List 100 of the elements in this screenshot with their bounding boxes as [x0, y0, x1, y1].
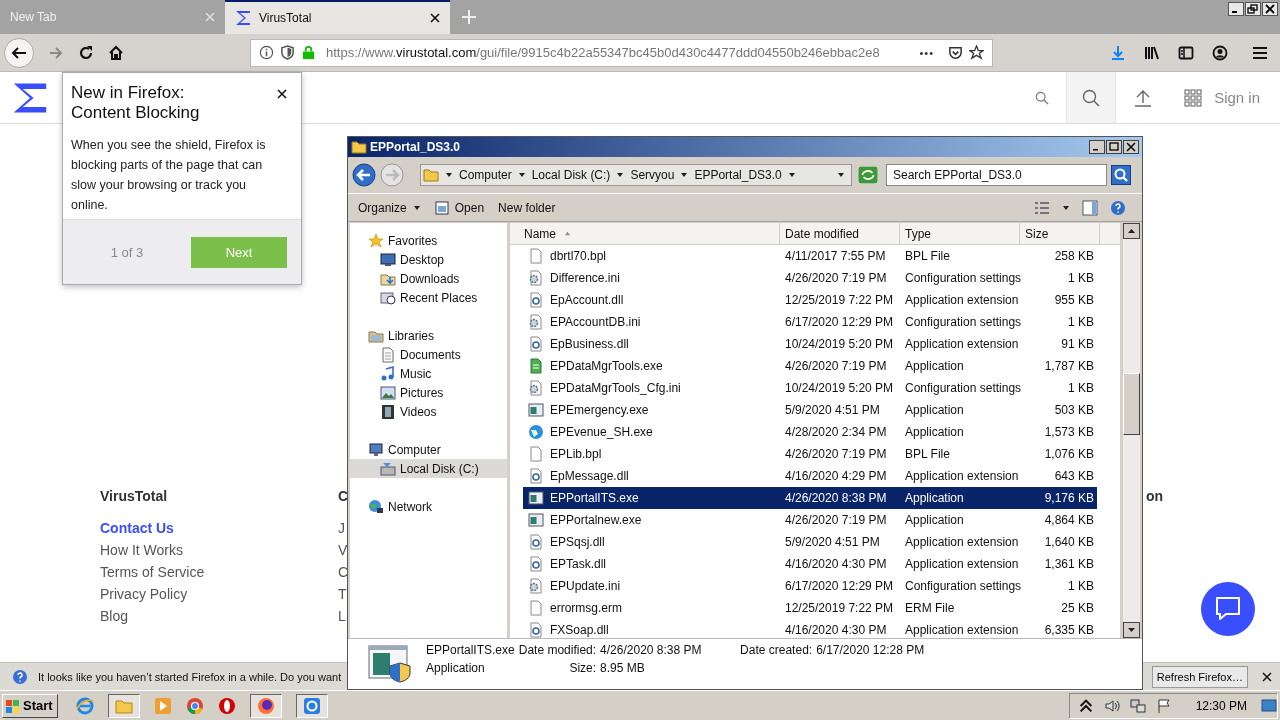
minimize-icon[interactable]	[1089, 140, 1105, 154]
file-row[interactable]: dbrtl70.bpl 4/11/2017 7:55 PM BPL File 258 KB	[523, 245, 1097, 267]
dropdown-icon[interactable]	[1062, 203, 1070, 212]
file-row[interactable]: EpAccount.dll 12/25/2019 7:22 PM Application extension 955 KB	[523, 289, 1097, 311]
show-desktop-icon[interactable]	[1261, 697, 1277, 714]
minimize-icon[interactable]	[1228, 2, 1244, 16]
footer-link[interactable]: V	[338, 542, 348, 558]
apps-grid-icon[interactable]	[1184, 88, 1203, 107]
file-row[interactable]: EPUpdate.ini 6/17/2020 12:29 PM Configuration settings 1 KB	[523, 575, 1097, 597]
file-row[interactable]: EPDataMgrTools_Cfg.ini 10/24/2019 5:20 PM Configuration settings 1 KB	[523, 377, 1097, 399]
close-icon[interactable]	[1262, 2, 1278, 16]
footer-link[interactable]: How It Works	[100, 542, 183, 558]
caret-icon[interactable]	[616, 171, 625, 179]
search-icon[interactable]	[1111, 165, 1131, 185]
file-row[interactable]: FXSoap.dll 4/16/2020 4:30 PM Application extension 6,335 KB	[523, 619, 1097, 638]
refresh-firefox-button[interactable]: Refresh Firefox…	[1151, 665, 1248, 688]
clock[interactable]: 12:30 PM	[1195, 698, 1247, 713]
breadcrumb-item[interactable]: EPPortal_DS3.0	[694, 168, 782, 182]
column-header[interactable]: Date modified	[780, 223, 900, 245]
library-icon[interactable]	[1144, 44, 1160, 61]
new-folder-button[interactable]: New folder	[498, 200, 556, 215]
tree-item[interactable]: Music	[350, 364, 507, 383]
tree-item[interactable]: Libraries	[350, 326, 507, 345]
breadcrumb-bar[interactable]: Computer Local Disk (C:) Servyou EPPortal_DS3.0	[420, 164, 852, 186]
tree-item[interactable]: Pictures	[350, 383, 507, 402]
reload-icon[interactable]	[78, 44, 94, 61]
file-row[interactable]: EpBusiness.dll 10/24/2019 5:20 PM Application extension 91 KB	[523, 333, 1097, 355]
caret-icon[interactable]	[445, 171, 453, 179]
open-button[interactable]: Open	[434, 200, 485, 215]
preview-pane-icon[interactable]	[1082, 199, 1098, 216]
footer-link[interactable]: Privacy Policy	[100, 586, 188, 602]
column-header[interactable]: Name	[510, 223, 780, 245]
info-icon[interactable]	[259, 45, 274, 60]
column-header[interactable]: Size	[1020, 223, 1100, 245]
footer-link[interactable]: Contact Us	[100, 520, 174, 536]
url-text[interactable]: https://www.virustotal.com/gui/file/9915c4b22a55347bc45b0d430c4477ddd04550b246ebbac2e8	[326, 45, 914, 60]
close-icon[interactable]	[277, 89, 287, 99]
maximize-icon[interactable]	[1106, 140, 1122, 154]
close-icon[interactable]	[430, 13, 440, 23]
scrollbar[interactable]	[1123, 223, 1140, 638]
file-row[interactable]: EpMessage.dll 4/16/2020 4:29 PM Application extension 643 KB	[523, 465, 1097, 487]
file-row[interactable]: EPTask.dll 4/16/2020 4:30 PM Application extension 1,361 KB	[523, 553, 1097, 575]
tree-item[interactable]: Network	[350, 497, 507, 516]
file-row[interactable]: EPDataMgrTools.exe 4/26/2020 7:19 PM Application 1,787 KB	[523, 355, 1097, 377]
sign-in-link[interactable]: Sign in	[1214, 89, 1260, 106]
footer-link[interactable]: J	[338, 520, 345, 536]
footer-link[interactable]: T	[338, 586, 347, 602]
taskbar-button[interactable]	[107, 693, 140, 718]
scroll-thumb[interactable]	[1123, 373, 1140, 435]
tree-item[interactable]: Local Disk (C:)	[350, 459, 507, 478]
caret-icon[interactable]	[517, 171, 526, 179]
speaker-icon[interactable]	[1103, 697, 1120, 714]
back-icon[interactable]	[352, 163, 376, 187]
account-icon[interactable]	[1212, 44, 1228, 61]
file-row[interactable]: EPSqsj.dll 5/9/2020 4:51 PM Application extension 1,640 KB	[523, 531, 1097, 553]
file-row[interactable]: Difference.ini 4/26/2020 7:19 PM Configuration settings 1 KB	[523, 267, 1097, 289]
pocket-icon[interactable]	[948, 45, 963, 60]
file-row[interactable]: EPAccountDB.ini 6/17/2020 12:29 PM Configuration settings 1 KB	[523, 311, 1097, 333]
chrome-style-icon[interactable]	[185, 696, 204, 715]
back-icon[interactable]	[4, 37, 34, 68]
tree-item[interactable]: Computer	[350, 440, 507, 459]
start-button[interactable]: Start	[2, 693, 58, 718]
close-icon[interactable]	[1123, 140, 1139, 154]
tree-item[interactable]: Desktop	[350, 250, 507, 269]
help-icon[interactable]	[1110, 199, 1126, 216]
footer-link[interactable]: C	[338, 564, 349, 580]
caret-icon[interactable]	[680, 171, 689, 179]
upload-icon[interactable]	[1134, 88, 1153, 107]
file-row[interactable]: EPEvenue_SH.exe 4/28/2020 2:34 PM Application 1,573 KB	[523, 421, 1097, 443]
footer-link[interactable]: Terms of Service	[100, 564, 205, 580]
file-row[interactable]: EPPortalITS.exe 4/26/2020 8:38 PM Application 9,176 KB	[523, 487, 1097, 509]
flag-icon[interactable]	[1155, 697, 1172, 714]
home-icon[interactable]	[108, 44, 124, 61]
close-icon[interactable]	[1262, 671, 1272, 682]
column-header[interactable]: Type	[900, 223, 1020, 245]
page-actions-button[interactable]: •••	[919, 46, 934, 59]
dropdown-icon[interactable]	[837, 171, 845, 179]
breadcrumb-item[interactable]: Servyou	[630, 168, 675, 182]
search-field[interactable]: Search EPPortal_DS3.0	[886, 164, 1107, 186]
footer-link[interactable]: L	[338, 608, 346, 624]
address-bar[interactable]: https://www.virustotal.com/gui/file/9915c4b22a55347bc45b0d430c4477ddd04550b246ebbac2e8 •••	[250, 38, 993, 67]
breadcrumb-item[interactable]: Computer	[459, 168, 512, 182]
star-icon[interactable]	[969, 45, 984, 60]
caret-icon[interactable]	[787, 171, 796, 179]
shield-icon[interactable]	[280, 45, 295, 60]
file-row[interactable]: EPEmergency.exe 5/9/2020 4:51 PM Application 503 KB	[523, 399, 1097, 421]
tree-item[interactable]: Documents	[350, 345, 507, 364]
tree-item[interactable]: Favorites	[350, 231, 507, 250]
footer-link[interactable]: Blog	[100, 608, 129, 624]
tree-item[interactable]: Downloads	[350, 269, 507, 288]
file-row[interactable]: errormsg.erm 12/25/2019 7:22 PM ERM File 25 KB	[523, 597, 1097, 619]
view-options-icon[interactable]	[1034, 199, 1050, 216]
file-row[interactable]: EPLib.bpl 4/26/2020 7:19 PM BPL File 1,076 KB	[523, 443, 1097, 465]
restore-icon[interactable]	[1245, 2, 1261, 16]
chevron-up-icon[interactable]	[1077, 697, 1094, 714]
taskbar-button[interactable]	[295, 693, 328, 718]
chat-bubble-icon[interactable]	[1201, 582, 1255, 636]
sidebar-icon[interactable]	[1178, 44, 1194, 61]
browser-tab[interactable]: VirusTotal	[225, 0, 450, 34]
file-row[interactable]: EPPortalnew.exe 4/26/2020 7:19 PM Application 4,864 KB	[523, 509, 1097, 531]
